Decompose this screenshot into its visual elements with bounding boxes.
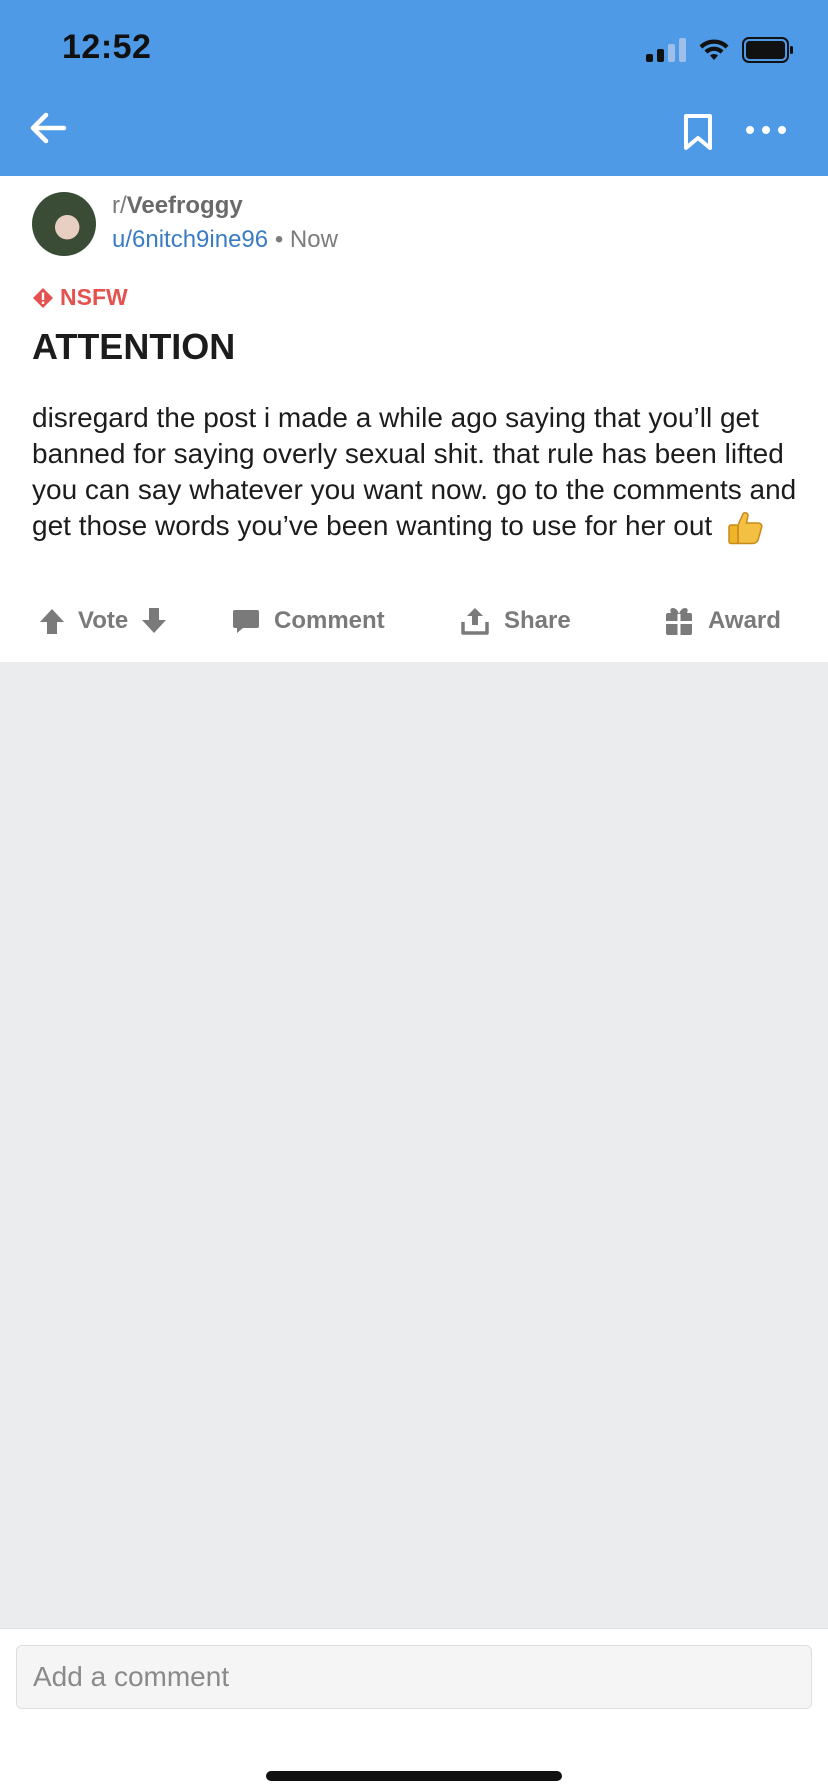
speech-bubble-icon xyxy=(233,610,259,633)
post-actions: Vote Comment Share Award xyxy=(0,596,828,646)
share-upload-icon xyxy=(461,608,489,635)
subreddit-line[interactable]: r/Veefroggy xyxy=(112,192,243,220)
share-label: Share xyxy=(504,607,571,634)
author-line: u/6nitch9ine96 • Now xyxy=(112,226,338,254)
bookmark-icon[interactable] xyxy=(682,113,714,151)
wifi-icon xyxy=(699,39,729,60)
comment-bar xyxy=(0,1628,828,1792)
vote-label: Vote xyxy=(78,607,129,634)
status-time: 12:52 xyxy=(62,28,152,66)
gift-icon xyxy=(666,608,692,635)
post-title: ATTENTION xyxy=(32,326,236,367)
avatar[interactable] xyxy=(32,192,96,256)
post-body: disregard the post i made a while ago sa… xyxy=(32,400,802,545)
comment-button[interactable]: Comment xyxy=(232,596,385,646)
cellular-signal-icon xyxy=(646,38,686,62)
arrow-down-icon[interactable] xyxy=(140,607,168,635)
status-icons xyxy=(646,36,794,64)
home-indicator xyxy=(266,1771,562,1781)
nsfw-label: NSFW xyxy=(60,284,128,310)
vote-control: Vote xyxy=(38,596,168,646)
award-label: Award xyxy=(708,607,781,634)
meta-separator: • xyxy=(274,226,284,253)
share-button[interactable]: Share xyxy=(460,596,571,646)
warning-diamond-icon xyxy=(33,287,53,308)
subreddit-name: Veefroggy xyxy=(126,192,243,219)
battery-icon xyxy=(742,37,793,63)
screen: 12:52 r/Veefroggy u/6nitch9ine96 • Now N… xyxy=(0,0,828,1792)
back-arrow-icon[interactable] xyxy=(28,108,68,148)
comment-label: Comment xyxy=(274,607,385,634)
author-username[interactable]: u/6nitch9ine96 xyxy=(112,226,268,253)
arrow-up-icon[interactable] xyxy=(38,607,66,635)
post-time: Now xyxy=(289,226,338,253)
app-header: 12:52 xyxy=(0,0,828,176)
post-body-text: disregard the post i made a while ago sa… xyxy=(32,402,797,541)
nsfw-flag: NSFW xyxy=(32,284,128,311)
award-button[interactable]: Award xyxy=(664,596,781,646)
post-card: r/Veefroggy u/6nitch9ine96 • Now NSFW AT… xyxy=(0,176,828,662)
add-comment-input[interactable] xyxy=(16,1645,812,1709)
thumbs-up-emoji xyxy=(728,511,763,544)
subreddit-prefix: r/ xyxy=(112,192,127,219)
more-dots-icon[interactable] xyxy=(744,122,788,138)
